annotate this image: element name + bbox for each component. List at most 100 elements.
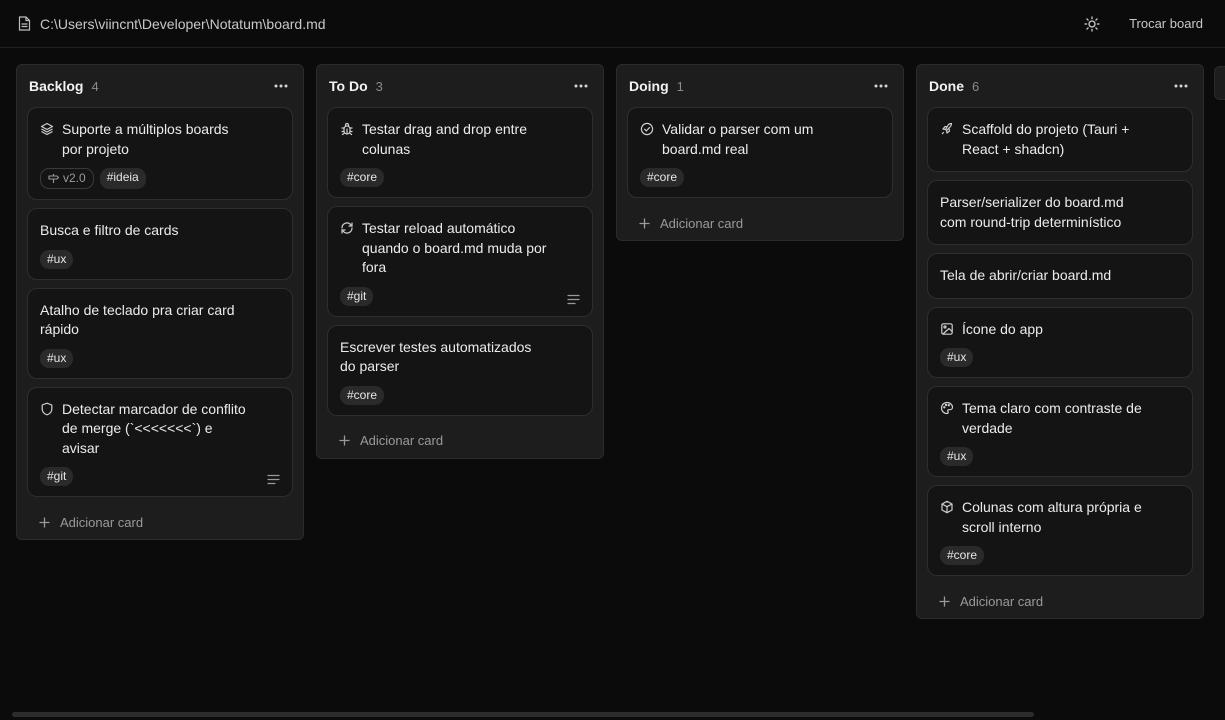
add-card-label: Adicionar card bbox=[360, 433, 444, 448]
add-card-label: Adicionar card bbox=[960, 593, 1044, 609]
card-title-row: Colunas com altura própria e scroll inte… bbox=[940, 498, 1180, 537]
add-card-label: Adicionar card bbox=[60, 514, 144, 530]
bug-icon bbox=[340, 122, 354, 136]
card-title: Testar reload automático quando o board.… bbox=[362, 220, 547, 275]
theme-toggle-button[interactable] bbox=[1083, 15, 1101, 33]
card[interactable]: Suporte a múltiplos boards por projeto v2… bbox=[27, 107, 293, 200]
plus-icon bbox=[339, 435, 350, 446]
tag-badge[interactable]: #core bbox=[340, 385, 385, 405]
card-title-row: Scaffold do projeto (Tauri + React + sha… bbox=[940, 120, 1180, 159]
column-card-count: 1 bbox=[676, 78, 684, 94]
shield-icon bbox=[40, 402, 54, 416]
column-menu-button[interactable] bbox=[871, 78, 891, 94]
card-title-row: Testar drag and drop entre colunas bbox=[340, 120, 580, 159]
card[interactable]: Parser/serializer do board.md com round-… bbox=[927, 180, 1193, 245]
column-menu-button[interactable] bbox=[271, 78, 291, 94]
layers-icon bbox=[40, 122, 54, 136]
card[interactable]: Atalho de teclado pra criar card rápido #… bbox=[27, 287, 293, 379]
add-card-label: Adicionar card bbox=[660, 215, 744, 231]
box-icon bbox=[940, 500, 954, 514]
card-title: Ícone do app bbox=[962, 320, 1043, 337]
card-title: Scaffold do projeto (Tauri + React + sha… bbox=[962, 121, 1130, 157]
card-title-row: Tela de abrir/criar board.md bbox=[940, 266, 1180, 286]
tag-badge[interactable]: #core bbox=[340, 168, 385, 187]
tag-badge[interactable]: #ux bbox=[40, 348, 74, 368]
column-menu-button[interactable] bbox=[571, 78, 591, 94]
card[interactable]: Tema claro com contraste de verdade #ux bbox=[927, 386, 1193, 477]
add-card-button[interactable]: Adicionar card bbox=[17, 505, 303, 539]
plus-icon bbox=[39, 516, 50, 528]
card-title-row: Detectar marcador de conflito de merge (… bbox=[40, 400, 280, 459]
horizontal-scrollbar[interactable] bbox=[12, 712, 1034, 717]
next-column-edge bbox=[1214, 66, 1225, 100]
card-title-row: Suporte a múltiplos boards por projeto bbox=[40, 120, 280, 159]
tag-badge[interactable]: #git bbox=[40, 467, 74, 486]
switch-board-button[interactable]: Trocar board bbox=[1123, 12, 1209, 35]
card[interactable]: Escrever testes automatizados do parser #… bbox=[327, 324, 593, 416]
card-title: Tema claro com contraste de verdade bbox=[962, 400, 1142, 436]
card-tags: #git bbox=[340, 286, 580, 306]
card-tags: v2.0 #ideia bbox=[40, 168, 280, 189]
more-horizontal-icon bbox=[874, 84, 888, 88]
column-backlog: Backlog 4 Suporte a múltiplos boards por p… bbox=[16, 64, 304, 540]
plus-icon bbox=[639, 217, 650, 229]
add-card-button[interactable]: Adicionar card bbox=[917, 584, 1203, 618]
card-title: Detectar marcador de conflito de merge (… bbox=[62, 400, 246, 456]
card-tags: #core bbox=[940, 546, 1180, 565]
column-card-count: 3 bbox=[375, 78, 383, 94]
card-list: Suporte a múltiplos boards por projeto v2… bbox=[17, 107, 303, 497]
card[interactable]: Detectar marcador de conflito de merge (… bbox=[27, 386, 293, 497]
card[interactable]: Testar drag and drop entre colunas #core bbox=[327, 107, 593, 198]
add-card-button[interactable]: Adicionar card bbox=[617, 206, 903, 240]
card[interactable]: Busca e filtro de cards #ux bbox=[27, 208, 293, 280]
version-label: v2.0 bbox=[63, 171, 86, 185]
card-title-row: Parser/serializer do board.md com round-… bbox=[940, 193, 1180, 232]
card-title: Suporte a múltiplos boards por projeto bbox=[62, 121, 229, 157]
card-title-row: Busca e filtro de cards bbox=[40, 221, 280, 241]
card-title: Tela de abrir/criar board.md bbox=[940, 267, 1112, 283]
card-tags: #core bbox=[340, 385, 580, 405]
add-card-button[interactable]: Adicionar card bbox=[317, 424, 603, 458]
card-title-row: Atalho de teclado pra criar card rápido bbox=[40, 301, 280, 340]
file-text-icon bbox=[18, 16, 32, 32]
tag-badge[interactable]: #ideia bbox=[99, 168, 146, 189]
palette-icon bbox=[940, 401, 954, 415]
card[interactable]: Validar o parser com um board.md real #co… bbox=[627, 107, 893, 198]
card-title: Parser/serializer do board.md com round-… bbox=[940, 194, 1124, 230]
tag-badge[interactable]: #ux bbox=[940, 447, 974, 466]
version-badge[interactable]: v2.0 bbox=[40, 168, 94, 189]
board-file-path: C:\Users\viincnt\Developer\Notatum\board… bbox=[40, 15, 326, 32]
tag-badge[interactable]: #core bbox=[640, 168, 685, 187]
check-circle-icon bbox=[640, 122, 654, 136]
card-title: Validar o parser com um board.md real bbox=[662, 121, 814, 157]
rocket-icon bbox=[940, 122, 954, 136]
tag-badge[interactable]: #core bbox=[940, 546, 985, 565]
card-tags: #ux bbox=[40, 348, 280, 368]
column-title: Done bbox=[929, 78, 964, 94]
tag-badge[interactable]: #git bbox=[340, 286, 374, 306]
column-title: Doing bbox=[629, 78, 669, 94]
card[interactable]: Testar reload automático quando o board.… bbox=[327, 206, 593, 317]
card[interactable]: Tela de abrir/criar board.md bbox=[927, 253, 1193, 299]
description-icon bbox=[567, 292, 580, 304]
column-header: Doing 1 bbox=[617, 65, 903, 107]
tag-badge[interactable]: #ux bbox=[940, 348, 974, 367]
card-tags: #ux bbox=[940, 348, 1180, 367]
card[interactable]: Scaffold do projeto (Tauri + React + sha… bbox=[927, 107, 1193, 172]
column-title: Backlog bbox=[29, 78, 84, 94]
card-title: Atalho de teclado pra criar card rápido bbox=[40, 301, 235, 338]
card-title-row: Validar o parser com um board.md real bbox=[640, 120, 880, 159]
column-card-count: 4 bbox=[91, 78, 99, 94]
card-list: Testar drag and drop entre colunas #core T… bbox=[317, 107, 603, 416]
column-header: Backlog 4 bbox=[17, 65, 303, 107]
card[interactable]: Colunas com altura própria e scroll inte… bbox=[927, 485, 1193, 576]
column-title: To Do bbox=[329, 78, 368, 94]
column-header: Done 6 bbox=[917, 65, 1203, 107]
card-title-row: Testar reload automático quando o board.… bbox=[340, 219, 580, 278]
card[interactable]: Ícone do app #ux bbox=[927, 306, 1193, 378]
image-icon bbox=[940, 322, 954, 336]
tag-badge[interactable]: #ux bbox=[40, 249, 74, 269]
column-menu-button[interactable] bbox=[1171, 78, 1191, 94]
column-to-do: To Do 3 Testar drag and drop entre colunas… bbox=[316, 64, 604, 459]
plus-icon bbox=[939, 595, 950, 607]
